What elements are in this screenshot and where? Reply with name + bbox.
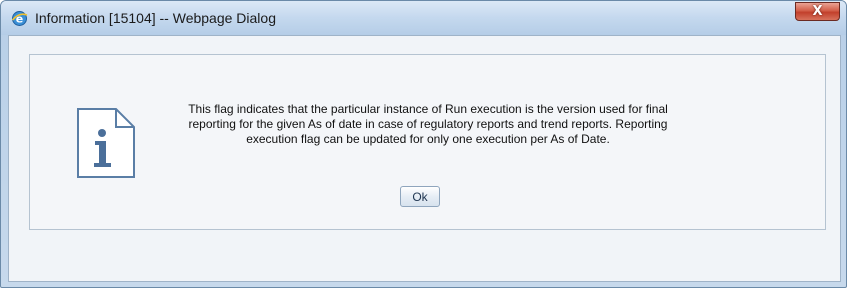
close-button[interactable]: X (795, 2, 840, 21)
dialog-content: This flag indicates that the particular … (8, 35, 841, 282)
title-bar[interactable]: e Information [15104] -- Webpage Dialog … (1, 1, 846, 35)
ok-button[interactable]: Ok (400, 186, 440, 207)
close-icon: X (812, 4, 823, 19)
dialog-window: e Information [15104] -- Webpage Dialog … (0, 0, 847, 288)
info-document-icon (77, 108, 135, 178)
window-title: Information [15104] -- Webpage Dialog (35, 10, 276, 26)
message-panel: This flag indicates that the particular … (29, 54, 826, 230)
internet-explorer-icon: e (11, 11, 28, 26)
message-text: This flag indicates that the particular … (188, 102, 668, 146)
